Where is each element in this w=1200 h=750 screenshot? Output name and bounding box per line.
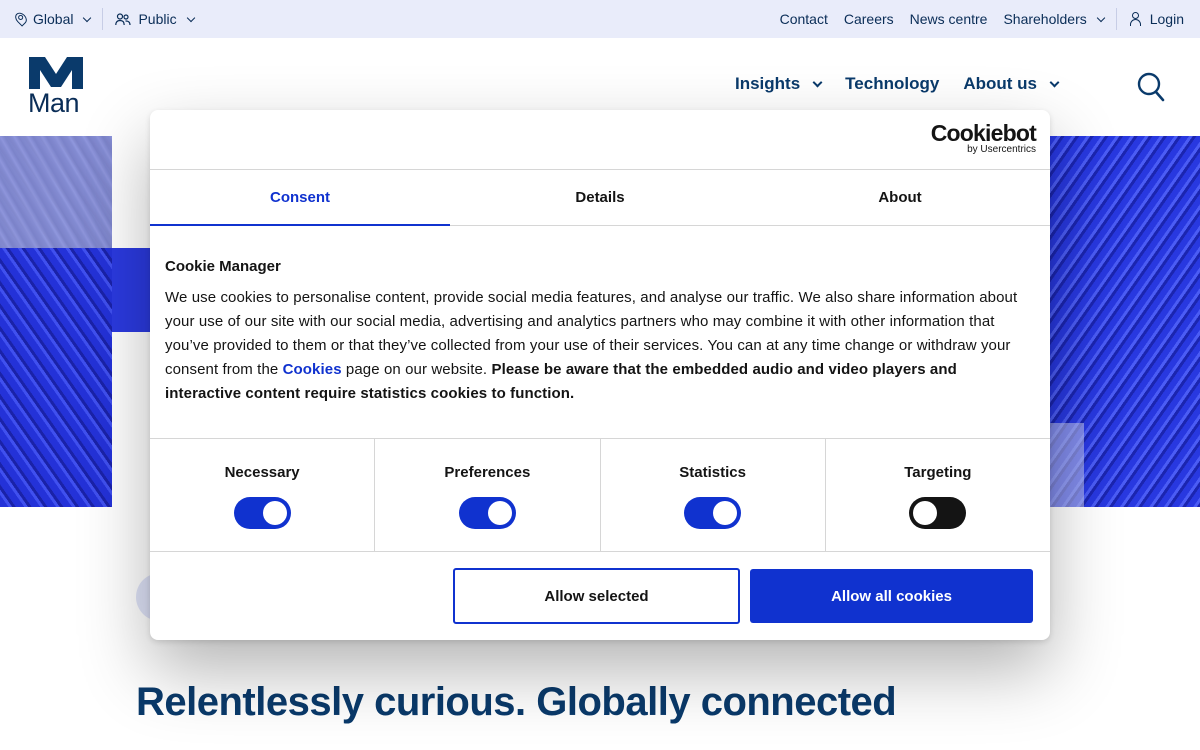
toggle-group-preferences: Preferences	[375, 439, 601, 551]
targeting-toggle[interactable]	[909, 497, 967, 529]
man-logo[interactable]: Man	[28, 56, 84, 120]
toggle-group-statistics: Statistics	[601, 439, 826, 551]
search-icon	[1137, 72, 1165, 102]
toggle-group-necessary: Necessary	[150, 439, 376, 551]
nav-about-us[interactable]: About us	[963, 74, 1060, 94]
preferences-toggle[interactable]	[458, 497, 516, 529]
toggle-group-targeting: Targeting	[826, 439, 1050, 551]
statistics-toggle[interactable]	[684, 497, 742, 529]
consent-text: We use cookies to personalise content, p…	[165, 286, 1035, 406]
region-label: Global	[33, 11, 74, 27]
toggle-knob	[487, 501, 512, 525]
necessary-toggle[interactable]	[233, 497, 291, 529]
allow-all-cookies-button[interactable]: Allow all cookies	[750, 569, 1033, 623]
audience-label: Public	[138, 11, 177, 27]
chevron-down-icon	[83, 13, 92, 22]
toggle-label: Statistics	[679, 464, 746, 481]
tab-about[interactable]: About	[750, 170, 1050, 225]
user-icon	[1129, 12, 1143, 26]
nav-label: Technology	[845, 74, 940, 93]
search-button[interactable]	[1137, 72, 1165, 102]
news-centre-link[interactable]: News centre	[902, 0, 996, 38]
utility-right: Contact Careers News centre Shareholders…	[772, 0, 1192, 38]
utility-left: Global Public	[8, 0, 202, 38]
hero-overlay-box	[1050, 423, 1084, 507]
nav-technology[interactable]: Technology	[845, 74, 939, 94]
cookiebot-logo: Cookiebot by Usercentrics	[930, 120, 1037, 156]
chevron-down-icon	[1096, 13, 1105, 22]
allow-selected-button[interactable]: Allow selected	[453, 568, 740, 624]
cookiebot-brand: Cookiebot	[930, 120, 1037, 146]
hero-image-overlay	[0, 136, 112, 248]
consent-text-part: page on our website.	[341, 361, 492, 378]
cookies-page-link[interactable]: Cookies	[283, 361, 342, 378]
nav-label: About us	[963, 74, 1037, 93]
contact-link[interactable]: Contact	[772, 0, 836, 38]
toggle-knob	[913, 501, 938, 525]
dialog-actions: Allow selected Allow all cookies	[150, 552, 1050, 624]
chevron-down-icon	[1049, 77, 1060, 88]
divider	[1115, 8, 1117, 30]
dialog-tabs: Consent Details About	[150, 170, 1050, 226]
toggle-label: Targeting	[904, 464, 972, 481]
toggle-label: Necessary	[224, 464, 300, 481]
divider	[102, 8, 104, 30]
cookie-consent-dialog: Cookiebot by Usercentrics Consent Detail…	[150, 110, 1050, 640]
dialog-body: Cookie Manager We use cookies to persona…	[150, 226, 1050, 438]
dialog-header: Cookiebot by Usercentrics	[150, 110, 1050, 170]
utility-bar: Global Public Contact Careers News centr…	[0, 0, 1200, 38]
nav-label: Insights	[735, 74, 801, 93]
cookie-category-toggles: Necessary Preferences Statistics Targeti…	[150, 438, 1050, 552]
toggle-label: Preferences	[444, 464, 531, 481]
main-nav: Insights Technology About us	[735, 74, 1060, 94]
tab-details[interactable]: Details	[450, 170, 750, 225]
careers-link[interactable]: Careers	[836, 0, 902, 38]
logo-m-mark	[29, 57, 83, 89]
login-link[interactable]: Login	[1121, 0, 1192, 38]
hero-accent-block	[112, 248, 152, 332]
people-icon	[115, 12, 132, 25]
chevron-down-icon	[812, 77, 823, 88]
tab-consent[interactable]: Consent	[150, 170, 450, 226]
location-pin-icon	[12, 9, 30, 27]
nav-insights[interactable]: Insights	[735, 74, 823, 94]
region-selector[interactable]: Global	[8, 0, 98, 38]
shareholders-menu[interactable]: Shareholders	[995, 0, 1111, 38]
logo-text: Man	[28, 88, 80, 118]
toggle-knob	[713, 501, 738, 525]
login-label: Login	[1149, 11, 1184, 27]
shareholders-label: Shareholders	[1003, 11, 1087, 27]
dialog-heading: Cookie Manager	[165, 258, 281, 275]
toggle-knob	[262, 501, 287, 525]
audience-selector[interactable]: Public	[107, 0, 201, 38]
chevron-down-icon	[186, 13, 195, 22]
hero-headline: Relentlessly curious. Globally connected	[136, 680, 897, 724]
